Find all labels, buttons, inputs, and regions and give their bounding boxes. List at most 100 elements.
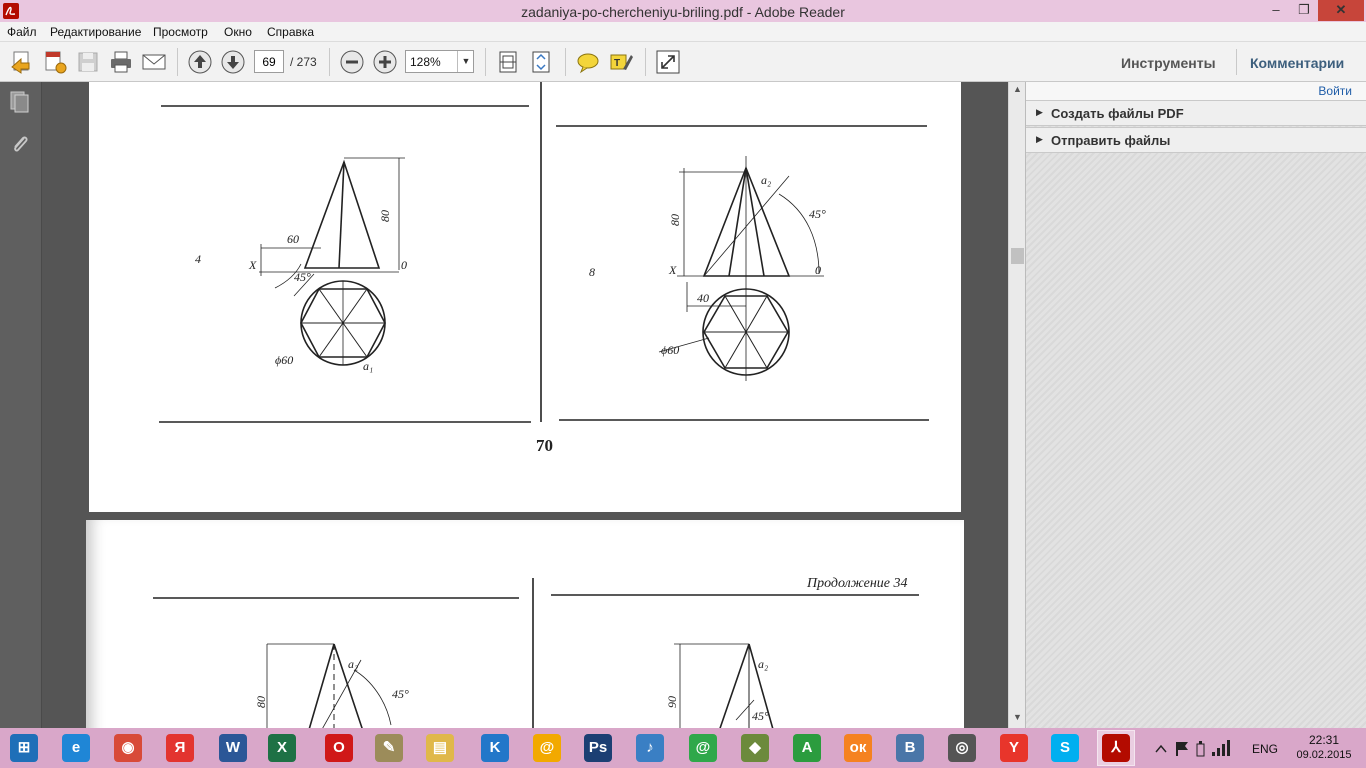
expand-arrow-icon: ▶ <box>1036 107 1043 117</box>
chrome-icon: ◉ <box>114 734 142 762</box>
menu-window[interactable]: Окно <box>224 25 252 39</box>
fit-width-icon[interactable] <box>528 49 554 75</box>
shield-icon: ◆ <box>741 734 769 762</box>
taskbar-browser-icon[interactable]: ◎ <box>944 731 980 765</box>
angle-label: 45° <box>809 207 826 221</box>
excel-icon: X <box>268 734 296 762</box>
scroll-up-icon[interactable]: ▲ <box>1013 84 1022 94</box>
taskbar-internet-explorer-icon[interactable]: e <box>58 731 94 765</box>
vertical-scrollbar[interactable]: ▲ ▼ <box>1008 82 1025 728</box>
yandex-browser-icon: Y <box>1000 734 1028 762</box>
taskbar-notes-icon[interactable]: ✎ <box>371 731 407 765</box>
figure-index: 4 <box>195 252 201 266</box>
angle-label: 45° <box>294 270 311 284</box>
k-app-icon: K <box>481 734 509 762</box>
tools-pane-link[interactable]: Инструменты <box>1121 55 1216 71</box>
taskbar-k-app-icon[interactable]: K <box>477 731 513 765</box>
email-icon[interactable] <box>141 49 167 75</box>
signin-link[interactable]: Войти <box>1318 84 1352 98</box>
dim-height: 80 <box>254 696 268 708</box>
zoom-value: 128% <box>410 55 441 69</box>
menu-view[interactable]: Просмотр <box>153 25 208 39</box>
taskbar-word-icon[interactable]: W <box>215 731 251 765</box>
taskbar-explorer-icon[interactable]: ▤ <box>422 731 458 765</box>
taskbar-start-icon[interactable]: ⊞ <box>6 731 42 765</box>
send-files-section[interactable]: ▶ Отправить файлы <box>1026 127 1366 153</box>
zoom-in-icon[interactable] <box>372 49 398 75</box>
prev-page-icon[interactable] <box>187 49 213 75</box>
photoshop-icon: Ps <box>584 734 612 762</box>
save-icon[interactable] <box>75 49 101 75</box>
minimize-button[interactable]: ‒ <box>1262 0 1290 21</box>
fit-page-icon[interactable] <box>495 49 521 75</box>
point-label: a₂ <box>348 657 358 671</box>
taskbar-mail-agent-icon[interactable]: @ <box>529 731 565 765</box>
vk-icon: B <box>896 734 924 762</box>
create-pdf-file-icon[interactable] <box>42 49 68 75</box>
taskbar-sound-icon[interactable]: ♪ <box>632 731 668 765</box>
notes-icon: ✎ <box>375 734 403 762</box>
page-number-input[interactable] <box>254 50 284 73</box>
zero-label: 0 <box>401 258 407 272</box>
comments-pane-link[interactable]: Комментарии <box>1250 55 1344 71</box>
maximize-button[interactable]: ❐ <box>1290 0 1318 21</box>
document-view[interactable]: 4 60 80 45° X 0 ϕ60 a₁ 8 80 40 45° X 0 ϕ… <box>42 82 1008 728</box>
chevron-down-icon[interactable]: ▼ <box>457 51 474 72</box>
next-page-icon[interactable] <box>220 49 246 75</box>
create-pdf-icon[interactable] <box>9 49 35 75</box>
x-label: X <box>668 263 677 277</box>
menu-help[interactable]: Справка <box>267 25 314 39</box>
point-label: a₁ <box>363 359 373 373</box>
dim-height: 80 <box>668 214 682 226</box>
clock-time[interactable]: 22:31 <box>1294 733 1354 747</box>
yandex-icon: Я <box>166 734 194 762</box>
attachments-icon[interactable] <box>9 132 31 156</box>
scroll-thumb[interactable] <box>1011 248 1024 264</box>
start-icon: ⊞ <box>10 734 38 762</box>
taskbar-a-app-icon[interactable]: A <box>789 731 825 765</box>
taskbar-photoshop-icon[interactable]: Ps <box>580 731 616 765</box>
mail-agent-icon: @ <box>533 734 561 762</box>
pages-icon[interactable] <box>9 90 31 114</box>
taskbar-chrome-icon[interactable]: ◉ <box>110 731 146 765</box>
language-indicator[interactable]: ENG <box>1252 742 1278 756</box>
point-label: a₂ <box>761 173 771 187</box>
taskbar-skype-icon[interactable]: S <box>1047 731 1083 765</box>
taskbar-adobe-reader-icon[interactable]: ⅄ <box>1097 730 1135 766</box>
scroll-down-icon[interactable]: ▼ <box>1013 712 1022 722</box>
toolbar-separator <box>1236 49 1237 75</box>
taskbar-icq-icon[interactable]: @ <box>685 731 721 765</box>
dim-height: 90 <box>665 696 679 708</box>
diameter-label: ϕ60 <box>275 353 293 367</box>
zero-label: 0 <box>815 263 821 277</box>
title-bar: zadaniya-po-chercheniyu-briling.pdf - Ad… <box>0 0 1366 22</box>
icq-icon: @ <box>689 734 717 762</box>
navigation-panel <box>0 82 42 728</box>
angle-label: 45° <box>392 687 409 701</box>
opera-icon: O <box>325 734 353 762</box>
taskbar-opera-icon[interactable]: O <box>321 731 357 765</box>
fullscreen-icon[interactable] <box>655 49 681 75</box>
taskbar-odnoklassniki-icon[interactable]: ок <box>840 731 876 765</box>
expand-arrow-icon: ▶ <box>1036 134 1043 144</box>
skype-icon: S <box>1051 734 1079 762</box>
sticky-note-icon[interactable] <box>575 49 601 75</box>
signin-bar: Войти <box>1026 82 1366 100</box>
clock-date[interactable]: 09.02.2015 <box>1294 749 1354 761</box>
taskbar-yandex-browser-icon[interactable]: Y <box>996 731 1032 765</box>
menu-edit[interactable]: Редактирование <box>50 25 141 39</box>
taskbar-vk-icon[interactable]: B <box>892 731 928 765</box>
taskbar-shield-icon[interactable]: ◆ <box>737 731 773 765</box>
print-icon[interactable] <box>108 49 134 75</box>
adobe-reader-icon: ⅄ <box>1102 734 1130 762</box>
continuation-label: Продолжение 34 <box>807 576 908 591</box>
odnoklassniki-icon: ок <box>844 734 872 762</box>
highlight-icon[interactable]: T <box>608 49 634 75</box>
zoom-out-icon[interactable] <box>339 49 365 75</box>
create-pdf-section[interactable]: ▶ Создать файлы PDF <box>1026 100 1366 126</box>
zoom-select[interactable]: 128% ▼ <box>405 50 474 73</box>
taskbar-yandex-icon[interactable]: Я <box>162 731 198 765</box>
close-button[interactable]: ✕ <box>1318 0 1364 21</box>
menu-file[interactable]: Файл <box>7 25 37 39</box>
taskbar-excel-icon[interactable]: X <box>264 731 300 765</box>
